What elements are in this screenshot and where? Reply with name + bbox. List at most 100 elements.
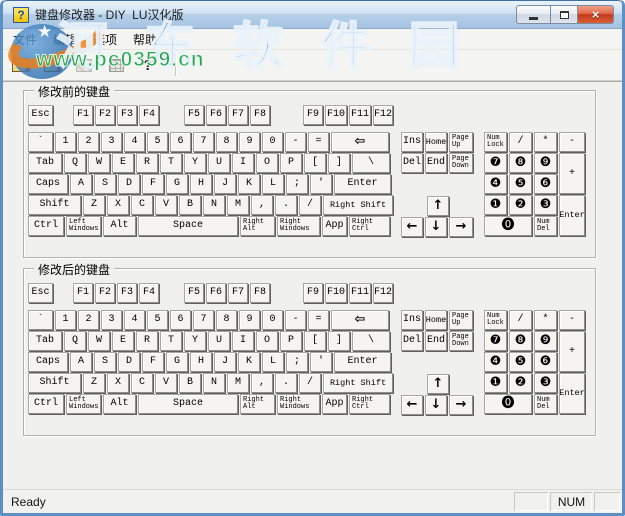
key-space[interactable]: Space xyxy=(138,394,238,414)
key-page-up[interactable]: Page Up xyxy=(449,132,473,152)
key-g[interactable]: G xyxy=(166,352,188,372)
key-m[interactable]: M xyxy=(227,373,249,393)
key-f8[interactable]: F8 xyxy=(250,105,270,125)
key-f12[interactable]: F12 xyxy=(373,283,393,303)
key-symbol[interactable]: - xyxy=(285,132,306,152)
key-k[interactable]: K xyxy=(238,174,260,194)
key-numpad-9[interactable]: ❾ xyxy=(534,331,557,351)
key-symbol[interactable]: ] xyxy=(328,153,350,173)
key-numpad-2[interactable]: ❷ xyxy=(509,195,532,215)
maximize-button[interactable] xyxy=(550,5,578,24)
key-right-shift[interactable]: Right Shift xyxy=(323,373,393,393)
key-z[interactable]: Z xyxy=(83,373,105,393)
key-f2[interactable]: F2 xyxy=(95,283,115,303)
key-numpad-delete[interactable]: Num Del xyxy=(534,216,557,236)
key-f8[interactable]: F8 xyxy=(250,283,270,303)
key-del[interactable]: Del xyxy=(401,153,423,173)
key-right-ctrl[interactable]: Right Ctrl xyxy=(349,394,390,414)
key-f[interactable]: F xyxy=(142,352,164,372)
key-6[interactable]: 6 xyxy=(170,132,191,152)
key-s[interactable]: S xyxy=(94,352,116,372)
key-o[interactable]: O xyxy=(256,331,278,351)
key-0[interactable]: 0 xyxy=(262,132,283,152)
save-file-button[interactable]: × xyxy=(39,53,65,78)
key-numpad-6[interactable]: ❻ xyxy=(534,352,557,372)
key-f5[interactable]: F5 xyxy=(184,283,204,303)
key-x[interactable]: X xyxy=(107,373,129,393)
key-j[interactable]: J xyxy=(214,174,236,194)
key-f12[interactable]: F12 xyxy=(373,105,393,125)
key-t[interactable]: T xyxy=(160,153,182,173)
key-shift[interactable]: Shift xyxy=(28,195,81,215)
key-4[interactable]: 4 xyxy=(124,132,145,152)
key-arrow-down[interactable]: ↓ xyxy=(425,217,447,237)
key-h[interactable]: H xyxy=(190,352,212,372)
key-symbol[interactable]: , xyxy=(251,195,273,215)
key-numpad-plus[interactable]: + xyxy=(559,153,585,194)
key-3[interactable]: 3 xyxy=(101,310,122,330)
key-j[interactable]: J xyxy=(214,352,236,372)
key-symbol[interactable]: - xyxy=(285,310,306,330)
key-numpad-0[interactable]: ⓿ xyxy=(484,394,532,414)
key-alt[interactable]: Alt xyxy=(103,394,136,414)
key-app[interactable]: App xyxy=(322,216,347,236)
key-symbol[interactable]: = xyxy=(308,310,329,330)
key-k[interactable]: K xyxy=(238,352,260,372)
key-shift[interactable]: Shift xyxy=(28,373,81,393)
key-symbol[interactable]: = xyxy=(308,132,329,152)
key-end[interactable]: End xyxy=(425,331,447,351)
key-a[interactable]: A xyxy=(70,352,92,372)
key-arrow-up[interactable]: ↑ xyxy=(427,374,449,394)
key-r[interactable]: R xyxy=(136,153,158,173)
key-m[interactable]: M xyxy=(227,195,249,215)
key-space[interactable]: Space xyxy=(138,216,238,236)
key-f11[interactable]: F11 xyxy=(349,283,371,303)
key-numpad-delete[interactable]: Num Del xyxy=(534,394,557,414)
key-numpad-multiply[interactable]: * xyxy=(534,132,557,152)
key-5[interactable]: 5 xyxy=(147,132,168,152)
key-numpad-multiply[interactable]: * xyxy=(534,310,557,330)
key-f6[interactable]: F6 xyxy=(206,105,226,125)
key-del[interactable]: Del xyxy=(401,331,423,351)
key-numpad-1[interactable]: ❶ xyxy=(484,373,507,393)
key-page-up[interactable]: Page Up xyxy=(449,310,473,330)
key-arrow-right[interactable]: → xyxy=(449,395,473,415)
key-d[interactable]: D xyxy=(118,352,140,372)
key-numpad-enter[interactable]: Enter xyxy=(559,373,585,414)
key-a[interactable]: A xyxy=(70,174,92,194)
key-right-windows[interactable]: Right Windows xyxy=(277,216,320,236)
key-l[interactable]: L xyxy=(262,352,284,372)
key-symbol[interactable]: ; xyxy=(286,352,308,372)
menu-edit[interactable]: 编辑 xyxy=(45,29,85,50)
key-ctrl[interactable]: Ctrl xyxy=(28,216,64,236)
key-f3[interactable]: F3 xyxy=(117,105,137,125)
key-b[interactable]: B xyxy=(179,195,201,215)
key-3[interactable]: 3 xyxy=(101,132,122,152)
key-y[interactable]: Y xyxy=(184,153,206,173)
key-num-lock[interactable]: Num Lock xyxy=(484,310,507,330)
key-o[interactable]: O xyxy=(256,153,278,173)
key-symbol[interactable]: ; xyxy=(286,174,308,194)
key-arrow-left[interactable]: ← xyxy=(401,395,423,415)
key-left-windows[interactable]: Left Windows xyxy=(66,216,101,236)
key-symbol[interactable]: / xyxy=(299,373,321,393)
key-symbol[interactable]: , xyxy=(251,373,273,393)
key-x[interactable]: X xyxy=(107,195,129,215)
key-symbol[interactable]: ] xyxy=(328,331,350,351)
key-num-lock[interactable]: Num Lock xyxy=(484,132,507,152)
key-p[interactable]: P xyxy=(280,331,302,351)
key-symbol[interactable]: \ xyxy=(352,331,390,351)
key-1[interactable]: 1 xyxy=(55,310,76,330)
key-numpad-enter[interactable]: Enter xyxy=(559,195,585,236)
key-numpad-3[interactable]: ❸ xyxy=(534,195,557,215)
key-numpad-7[interactable]: ❼ xyxy=(484,331,507,351)
key-arrow-up[interactable]: ↑ xyxy=(427,196,449,216)
key-u[interactable]: U xyxy=(208,153,230,173)
key-f9[interactable]: F9 xyxy=(303,283,323,303)
key-n[interactable]: N xyxy=(203,373,225,393)
key-f10[interactable]: F10 xyxy=(325,283,347,303)
menu-help[interactable]: 帮助 xyxy=(125,29,165,50)
key-p[interactable]: P xyxy=(280,153,302,173)
key-numpad-8[interactable]: ❽ xyxy=(509,153,532,173)
key-numpad-minus[interactable]: - xyxy=(559,310,585,330)
